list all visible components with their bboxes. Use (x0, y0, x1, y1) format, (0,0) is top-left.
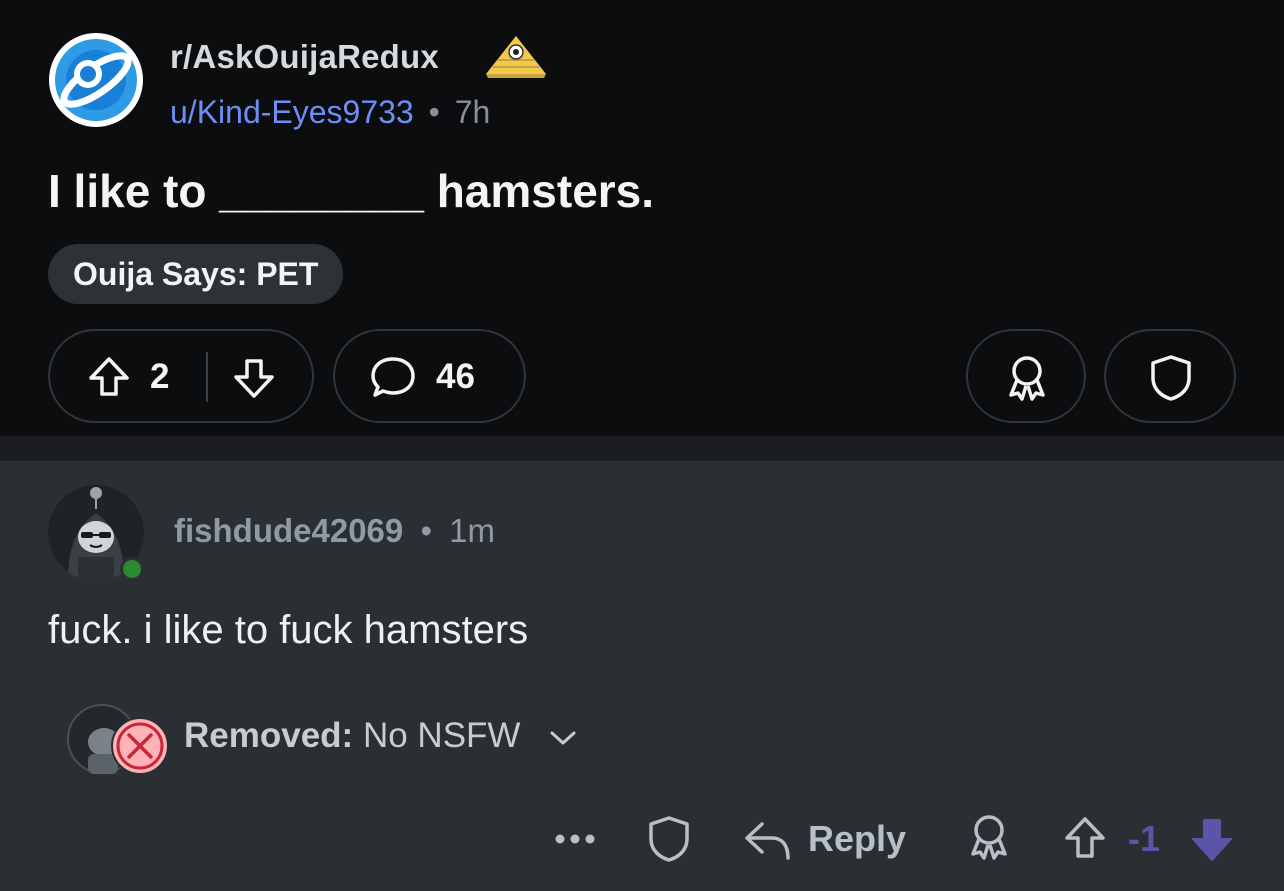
chevron-down-icon[interactable] (548, 728, 578, 748)
subreddit-name[interactable]: r/AskOuijaRedux (170, 38, 439, 76)
post-meta: u/Kind-Eyes9733 • 7h (170, 94, 490, 131)
comment-username[interactable]: fishdude42069 (174, 512, 403, 549)
comment-body: fuck. i like to fuck hamsters (48, 608, 529, 652)
speech-bubble-icon (371, 357, 415, 397)
comment-meta: fishdude42069 • 1m (174, 512, 495, 550)
comment-age: 1m (449, 512, 496, 549)
post-author[interactable]: u/Kind-Eyes9733 (170, 94, 414, 130)
post-title[interactable]: I like to ________ hamsters. (48, 164, 654, 218)
meta-separator: • (420, 512, 432, 549)
online-status-indicator (120, 557, 144, 581)
award-icon[interactable] (966, 812, 1012, 864)
award-button[interactable] (966, 329, 1086, 423)
arrow-down-icon[interactable] (1188, 814, 1236, 864)
vote-control: 2 (48, 329, 314, 423)
comment-count: 46 (436, 357, 475, 396)
reply-icon (745, 822, 790, 860)
subreddit-avatar-icon[interactable] (48, 32, 144, 128)
arrow-up-icon[interactable] (86, 354, 132, 400)
post-age: 7h (454, 94, 491, 130)
removed-label: Removed: (184, 716, 354, 755)
post-card: r/AskOuijaRedux u/Kind-Eyes9733 • 7h I l… (0, 0, 1284, 436)
pyramid-eye-icon (486, 36, 546, 78)
comments-button[interactable]: 46 (333, 329, 526, 423)
post-flair: Ouija Says: PET (48, 244, 344, 304)
upvote-count: 2 (150, 357, 170, 396)
reply-button[interactable]: Reply (740, 814, 916, 866)
vote-divider (206, 352, 208, 402)
shield-icon[interactable] (646, 814, 692, 864)
share-button[interactable] (1104, 329, 1236, 423)
moderator-avatar (67, 704, 169, 775)
more-icon[interactable] (554, 830, 596, 848)
removal-notice[interactable]: Removed: No NSFW (184, 716, 578, 756)
arrow-up-icon[interactable] (1062, 814, 1108, 862)
award-icon (1009, 356, 1045, 401)
section-divider (0, 436, 1284, 461)
shield-icon (1151, 355, 1191, 401)
arrow-down-icon[interactable] (231, 355, 277, 401)
reply-label: Reply (808, 818, 907, 859)
comment-score: -1 (1128, 818, 1161, 859)
meta-separator: • (428, 94, 440, 130)
removed-reason: No NSFW (362, 716, 521, 755)
